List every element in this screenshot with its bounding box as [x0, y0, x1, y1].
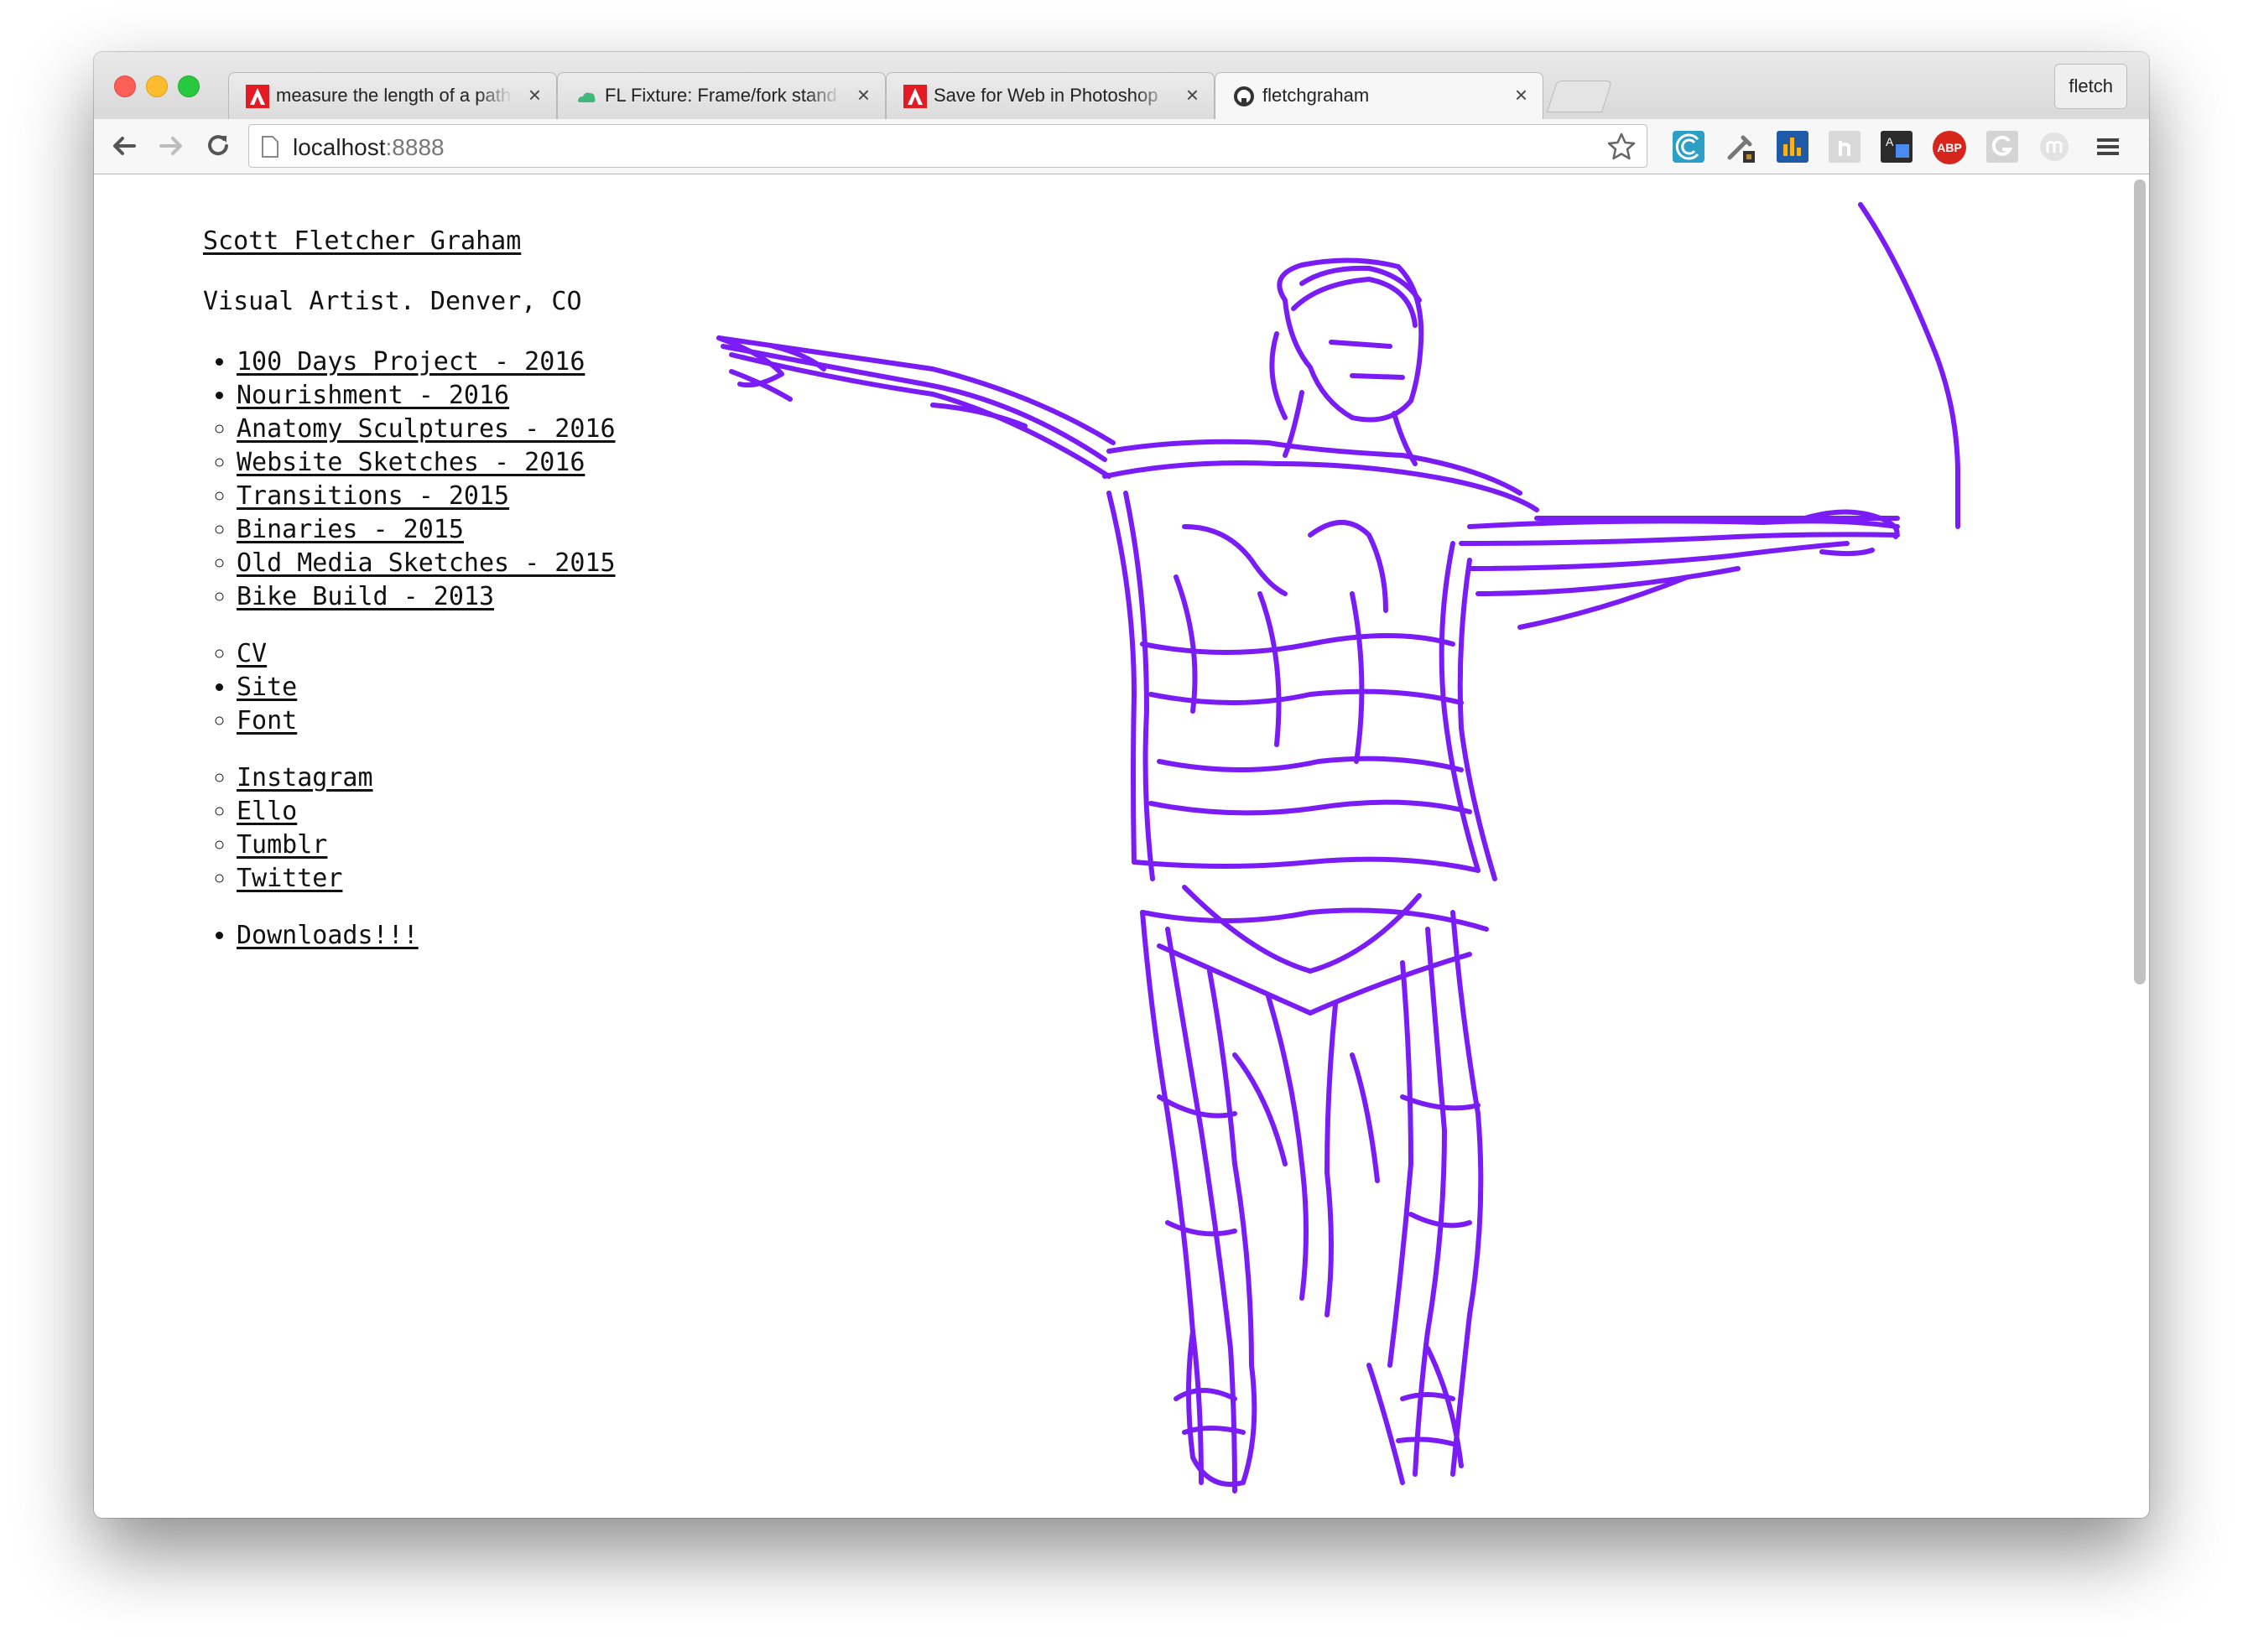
- tab-measure-path[interactable]: measure the length of a path ×: [228, 72, 557, 119]
- adobe-icon: [903, 85, 927, 108]
- cloud-icon: [578, 92, 596, 102]
- svg-text:A: A: [1886, 135, 1894, 148]
- list-item: 100 Days Project - 2016: [237, 345, 616, 379]
- ello-link[interactable]: Ello: [237, 797, 297, 826]
- artist-subtitle: Visual Artist. Denver, CO: [203, 287, 582, 316]
- social-links-list: Instagram Ello Tumblr Twitter: [203, 761, 616, 896]
- hand-icon[interactable]: [1829, 131, 1860, 163]
- tab-strip: measure the length of a path × FL Fixtur…: [94, 52, 2149, 119]
- list-item: Anatomy Sculptures - 2016: [237, 413, 616, 446]
- list-item: Font: [237, 704, 616, 738]
- vertical-scrollbar[interactable]: [2134, 179, 2146, 984]
- m-icon[interactable]: [2038, 131, 2070, 163]
- tumblr-link[interactable]: Tumblr: [237, 830, 327, 860]
- info-links-list: CV Site Font: [203, 637, 616, 738]
- web-page: Scott Fletcher Graham Visual Artist. Den…: [94, 174, 2149, 1518]
- grammarly-icon[interactable]: [1986, 131, 2018, 163]
- tab-title: FL Fixture: Frame/fork stand: [605, 85, 837, 106]
- close-tab-icon[interactable]: ×: [1515, 83, 1527, 106]
- wave-icon[interactable]: [1673, 131, 1704, 163]
- profile-button[interactable]: fletch: [2054, 64, 2127, 109]
- list-item: Downloads!!!: [237, 919, 616, 953]
- bookmark-star-icon[interactable]: [1606, 132, 1637, 162]
- tab-fletchgraham[interactable]: fletchgraham ×: [1215, 72, 1543, 119]
- list-item: Website Sketches - 2016: [237, 446, 616, 480]
- menu-icon[interactable]: [2092, 131, 2124, 163]
- adblock-icon[interactable]: ABP: [1933, 131, 1966, 164]
- close-tab-icon[interactable]: ×: [528, 83, 541, 106]
- close-tab-icon[interactable]: ×: [857, 83, 870, 106]
- project-link[interactable]: Old Media Sketches - 2015: [237, 548, 616, 578]
- project-link[interactable]: Bike Build - 2013: [237, 582, 494, 611]
- project-link[interactable]: Transitions - 2015: [237, 481, 509, 511]
- list-item: Bike Build - 2013: [237, 580, 616, 614]
- downloads-link[interactable]: Downloads!!!: [237, 921, 419, 950]
- tab-title: Save for Web in Photoshop: [934, 85, 1158, 106]
- zoom-window-button[interactable]: [178, 75, 200, 97]
- eyedropper-icon[interactable]: [1725, 131, 1756, 163]
- list-item: Site: [237, 671, 616, 704]
- list-item: Twitter: [237, 862, 616, 896]
- list-item: Nourishment - 2016: [237, 379, 616, 413]
- tab-title: measure the length of a path: [276, 85, 512, 106]
- github-icon: [1234, 86, 1254, 106]
- project-link[interactable]: 100 Days Project - 2016: [237, 347, 585, 377]
- browser-toolbar: localhost:8888 A ABP: [94, 119, 2149, 174]
- page-icon: [262, 136, 278, 158]
- tab-save-for-web[interactable]: Save for Web in Photoshop ×: [886, 72, 1215, 119]
- back-arrow-icon[interactable]: [107, 129, 141, 163]
- site-link[interactable]: Site: [237, 673, 297, 702]
- minimize-window-button[interactable]: [146, 75, 168, 97]
- tab-title: fletchgraham: [1262, 85, 1370, 106]
- chart-icon[interactable]: [1777, 131, 1808, 163]
- close-window-button[interactable]: [114, 75, 136, 97]
- new-tab-button[interactable]: [1546, 81, 1613, 112]
- list-item: Tumblr: [237, 829, 616, 862]
- translate-icon[interactable]: A: [1881, 131, 1913, 163]
- instagram-link[interactable]: Instagram: [237, 763, 373, 792]
- tab-fl-fixture[interactable]: FL Fixture: Frame/fork stand ×: [557, 72, 886, 119]
- list-item: Binaries - 2015: [237, 513, 616, 547]
- site-content: Scott Fletcher Graham Visual Artist. Den…: [203, 225, 616, 976]
- list-item: Old Media Sketches - 2015: [237, 547, 616, 580]
- artist-name-link[interactable]: Scott Fletcher Graham: [203, 226, 521, 256]
- adobe-icon: [246, 85, 269, 108]
- browser-window: measure the length of a path × FL Fixtur…: [94, 52, 2149, 1518]
- reload-icon[interactable]: [201, 129, 235, 163]
- project-link[interactable]: Website Sketches - 2016: [237, 448, 585, 477]
- cv-link[interactable]: CV: [237, 639, 267, 668]
- list-item: Ello: [237, 795, 616, 829]
- forward-arrow-icon[interactable]: [154, 129, 188, 163]
- list-item: Transitions - 2015: [237, 480, 616, 513]
- close-tab-icon[interactable]: ×: [1186, 83, 1199, 106]
- font-link[interactable]: Font: [237, 706, 297, 735]
- list-item: Instagram: [237, 761, 616, 795]
- url-text: localhost:8888: [293, 134, 445, 160]
- project-link[interactable]: Anatomy Sculptures - 2016: [237, 414, 616, 444]
- projects-list: 100 Days Project - 2016 Nourishment - 20…: [203, 345, 616, 614]
- list-item: CV: [237, 637, 616, 671]
- project-link[interactable]: Binaries - 2015: [237, 515, 464, 544]
- twitter-link[interactable]: Twitter: [237, 864, 342, 893]
- address-bar[interactable]: localhost:8888: [248, 124, 1647, 168]
- downloads-list: Downloads!!!: [203, 919, 616, 953]
- project-link[interactable]: Nourishment - 2016: [237, 381, 509, 410]
